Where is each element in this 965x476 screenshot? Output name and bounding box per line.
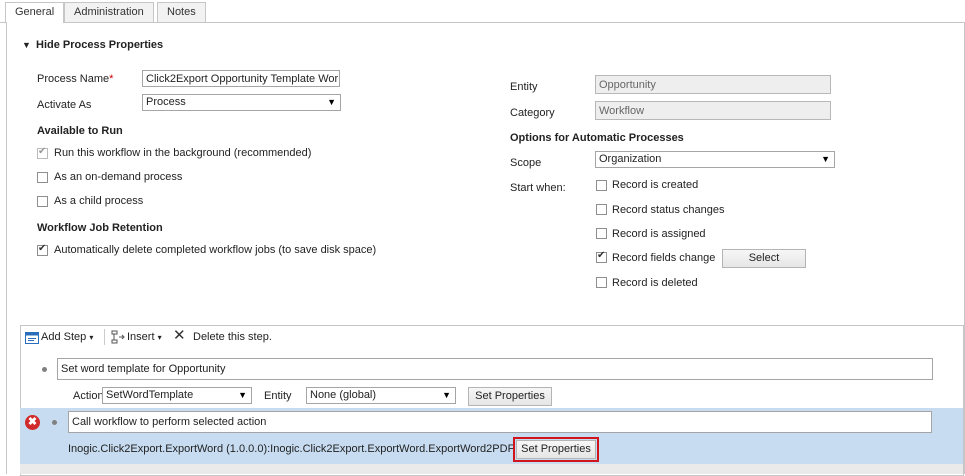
collapse-icon[interactable]: ▼ [22,40,31,50]
available-to-run-heading: Available to Run [37,125,123,137]
run-background-label: Run this workflow in the background (rec… [54,147,312,159]
step1-action-label: Action [73,390,104,402]
step1-description-input[interactable]: Set word template for Opportunity [57,358,933,380]
scope-select[interactable]: Organization ▼ [595,151,835,168]
record-assigned-checkbox[interactable] [596,228,607,239]
add-step-icon [25,331,39,347]
step-bullet [42,367,47,372]
category-field: Workflow [595,101,831,120]
record-assigned-label: Record is assigned [612,228,706,240]
options-automatic-heading: Options for Automatic Processes [510,132,684,144]
scope-label: Scope [510,157,542,169]
step1-action-select[interactable]: SetWordTemplate ▼ [102,387,252,404]
workflow-job-retention-heading: Workflow Job Retention [37,222,163,234]
tab-administration[interactable]: Administration [64,2,154,22]
activate-as-label: Activate As [37,99,92,111]
tab-general[interactable]: General [5,2,65,23]
child-process-checkbox[interactable] [37,196,48,207]
step2-assembly-text: Inogic.Click2Export.ExportWord (1.0.0.0)… [68,443,515,455]
select-fields-button[interactable]: Select [722,249,806,268]
delete-step-button[interactable]: Delete this step. [193,331,272,343]
activate-as-select[interactable]: Process ▼ [142,94,341,111]
on-demand-checkbox[interactable] [37,172,48,183]
step1-action-value: SetWordTemplate [106,389,194,401]
category-label: Category [510,107,555,119]
start-when-label: Start when: [510,182,566,194]
tab-notes[interactable]: Notes [157,2,206,22]
record-status-checkbox[interactable] [596,204,607,215]
record-deleted-checkbox[interactable] [596,277,607,288]
chevron-down-icon: ▾ [157,333,162,342]
delete-icon[interactable]: ✕ [173,328,186,343]
record-created-label: Record is created [612,179,699,191]
tab-strip: General Administration Notes [0,0,965,23]
record-deleted-label: Record is deleted [612,277,698,289]
insert-button[interactable]: Insert ▾ [127,331,162,343]
add-step-button[interactable]: Add Step ▾ [41,331,93,343]
on-demand-label: As an on-demand process [54,171,183,183]
record-fields-change-checkbox[interactable] [596,250,607,263]
scope-value: Organization [599,153,662,165]
step-bullet [52,420,57,425]
required-mark: * [109,73,114,85]
toolbar-divider [104,329,105,345]
hide-process-properties-toggle[interactable]: Hide Process Properties [36,39,163,51]
record-fields-change-label: Record fields change [612,252,716,264]
auto-delete-label: Automatically delete completed workflow … [54,244,377,256]
chevron-down-icon: ▼ [238,390,247,400]
entity-field: Opportunity [595,75,831,94]
step1-set-properties-button[interactable]: Set Properties [468,387,552,406]
activate-as-value: Process [146,96,186,108]
child-process-label: As a child process [54,195,144,207]
entity-label: Entity [510,81,538,93]
auto-delete-checkbox[interactable] [37,243,48,256]
chevron-down-icon: ▼ [327,97,336,107]
process-name-label: Process Name* [37,73,114,85]
error-icon: ✖ [25,415,40,430]
chevron-down-icon: ▾ [89,333,94,342]
step1-entity-label: Entity [264,390,292,402]
insert-icon [111,330,125,347]
step2-description-input[interactable]: Call workflow to perform selected action [68,411,932,433]
process-name-input[interactable]: Click2Export Opportunity Template Wor [142,70,340,87]
record-status-label: Record status changes [612,204,725,216]
highlight-box [513,437,599,462]
step1-entity-select[interactable]: None (global) ▼ [306,387,456,404]
run-background-checkbox[interactable] [37,146,48,159]
record-created-checkbox[interactable] [596,180,607,191]
steps-footer [20,464,963,474]
chevron-down-icon: ▼ [442,390,451,400]
chevron-down-icon: ▼ [821,154,830,164]
step1-entity-value: None (global) [310,389,377,401]
